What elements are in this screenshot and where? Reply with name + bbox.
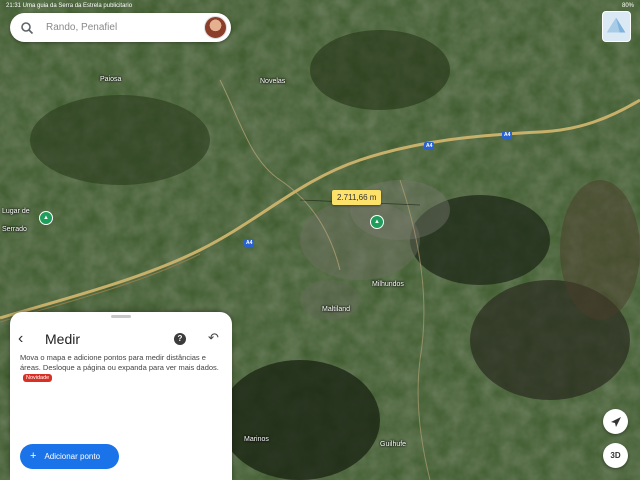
help-icon[interactable]: ? bbox=[174, 333, 186, 345]
avatar[interactable] bbox=[204, 16, 227, 39]
3d-toggle-button[interactable]: 3D bbox=[603, 443, 628, 468]
place-label-serrado: Serrado bbox=[2, 226, 27, 233]
place-label-milhundos: Milhundos bbox=[372, 281, 404, 288]
search-input[interactable] bbox=[44, 21, 204, 34]
status-left-text: 21:31 Uma guia da Serra da Estrela publi… bbox=[6, 3, 133, 9]
undo-icon[interactable]: ↶ bbox=[208, 331, 219, 345]
road-shield-a4-west: A4 bbox=[244, 239, 255, 247]
poi-marker-icon[interactable]: ▲ bbox=[39, 211, 53, 225]
road-shield-a4-center: A4 bbox=[424, 142, 435, 150]
road-shield-a4-east: A4 bbox=[502, 131, 513, 139]
measure-panel: ‹ Medir ? ↶ Mova o mapa e adicione ponto… bbox=[10, 312, 232, 480]
status-bar: 21:31 Uma guia da Serra da Estrela publi… bbox=[0, 0, 640, 12]
back-arrow-icon[interactable]: ‹ bbox=[18, 331, 23, 347]
place-label-guilhufe: Guilhufe bbox=[380, 441, 407, 448]
add-point-button[interactable]: + Adicionar ponto bbox=[20, 444, 119, 469]
battery-level: 80% bbox=[621, 3, 634, 9]
add-point-label: Adicionar ponto bbox=[44, 452, 101, 461]
poi-marker-icon[interactable]: ▲ bbox=[370, 215, 384, 229]
measured-distance-label: 2.711,66 m bbox=[332, 190, 382, 205]
search-icon bbox=[21, 21, 34, 34]
layers-button[interactable] bbox=[602, 11, 631, 42]
place-label-maltiland: Maltiland bbox=[322, 306, 351, 313]
layers-icon bbox=[606, 17, 626, 33]
place-label-marinos: Marinos bbox=[244, 436, 269, 443]
plus-icon: + bbox=[30, 450, 37, 462]
place-label-lugar: Lugar de bbox=[2, 208, 30, 215]
new-badge: Novidade bbox=[23, 374, 53, 383]
search-bar[interactable] bbox=[10, 13, 231, 42]
drag-handle[interactable] bbox=[111, 315, 131, 318]
panel-title: Medir bbox=[45, 331, 81, 347]
description-text: Mova o mapa e adicione pontos para medir… bbox=[20, 353, 219, 372]
place-label-novelas: Novelas bbox=[260, 78, 286, 85]
compass-icon bbox=[610, 416, 621, 427]
compass-button[interactable] bbox=[603, 409, 628, 434]
place-label-paiosa: Paiosa bbox=[100, 76, 122, 83]
panel-description: Mova o mapa e adicione pontos para medir… bbox=[20, 353, 220, 383]
